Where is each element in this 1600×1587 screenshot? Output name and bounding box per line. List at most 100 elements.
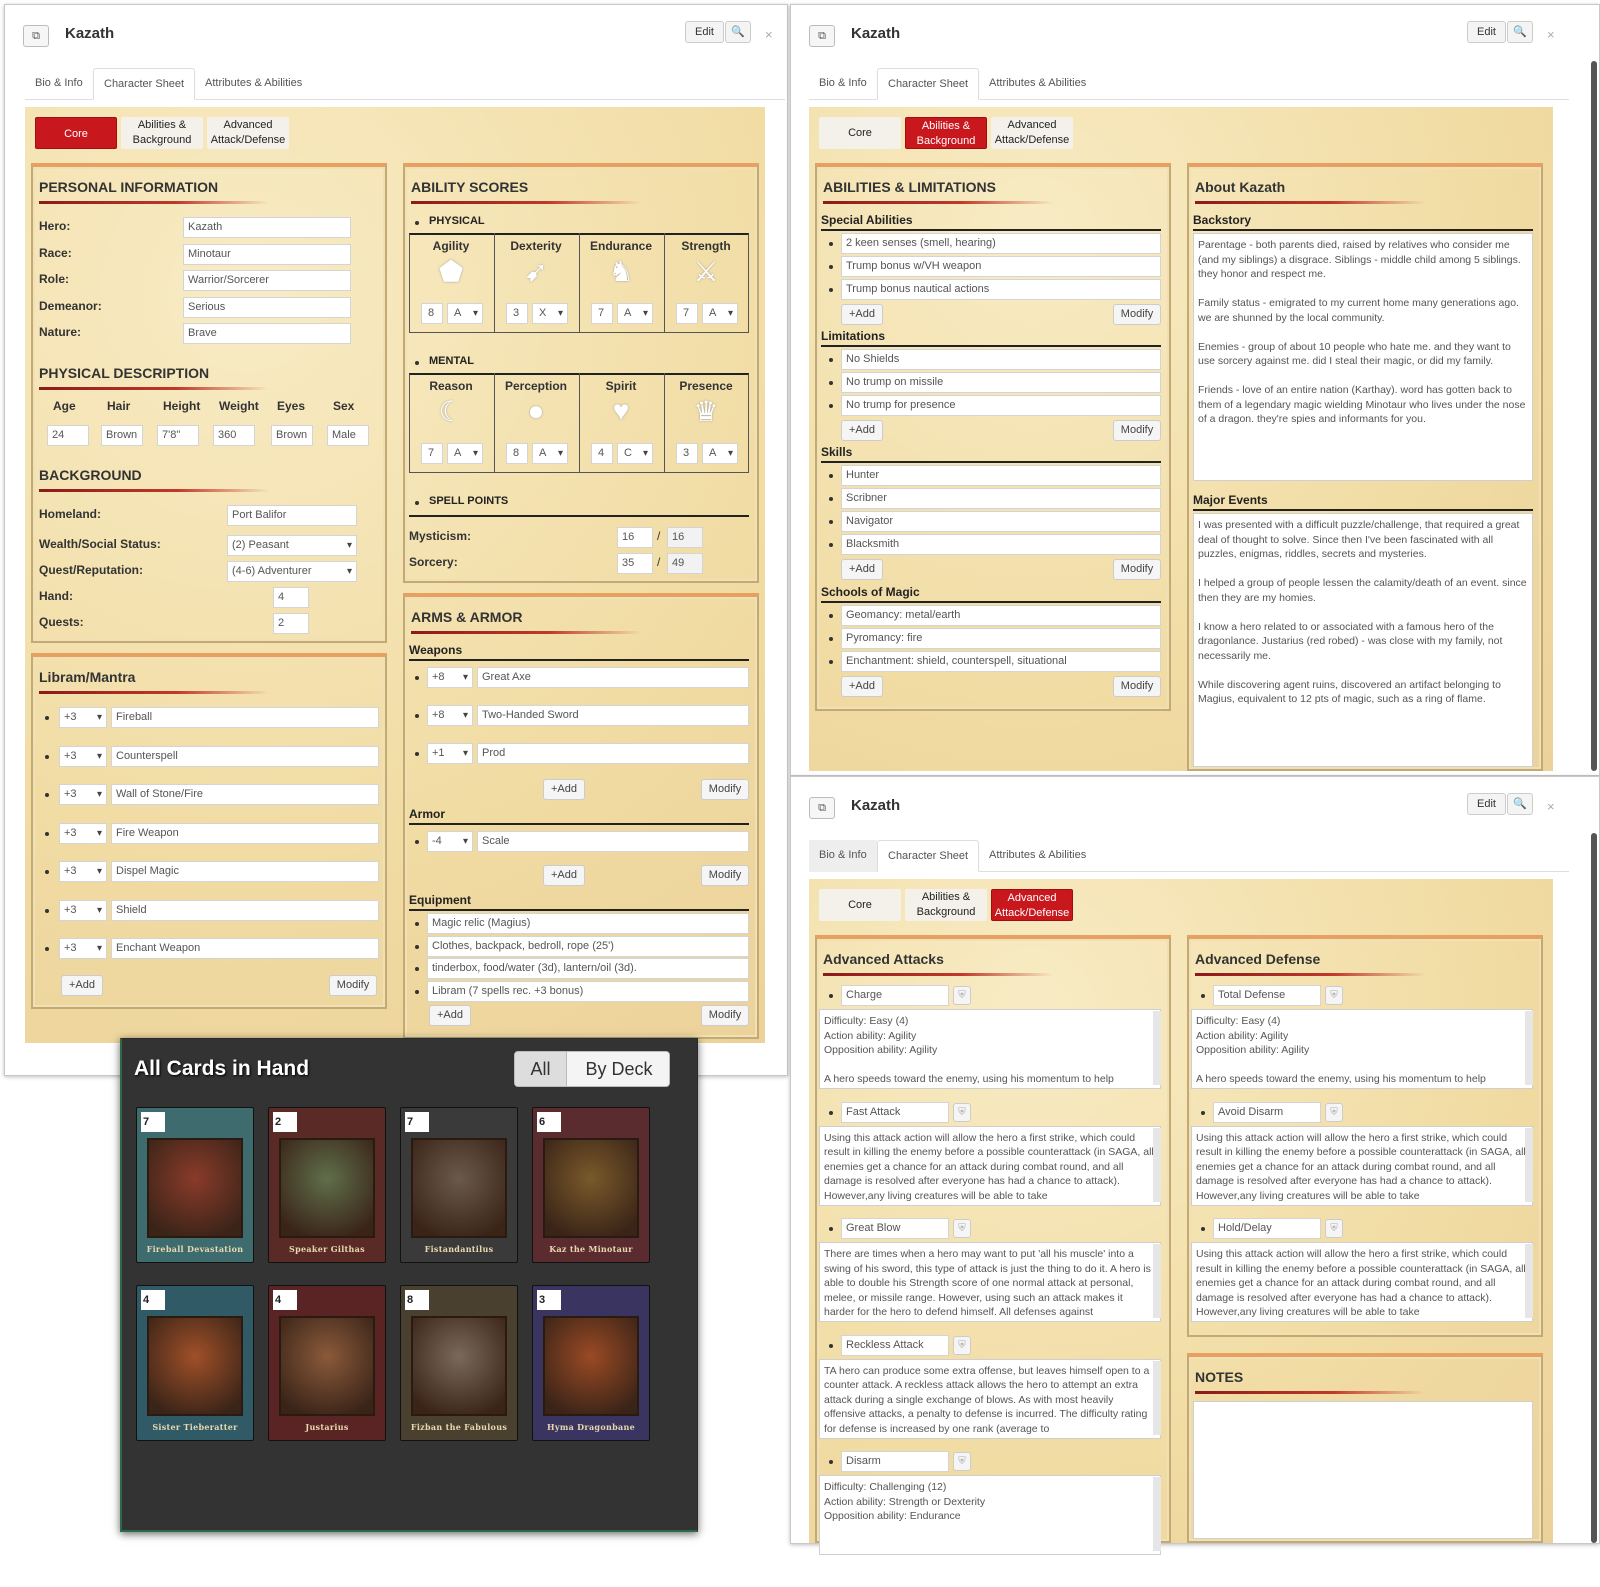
mysticism-max-field[interactable]: 16 (667, 527, 703, 548)
tab-character-sheet[interactable]: Character Sheet (93, 68, 196, 100)
card[interactable]: 2 Speaker Gilthas (268, 1107, 386, 1263)
spell-name[interactable]: Fireball (111, 707, 379, 728)
quest-select[interactable]: (4-6) Adventurer (227, 561, 357, 582)
ability-item[interactable]: Blacksmith (841, 534, 1161, 555)
popout-icon[interactable]: ⧉ (809, 797, 835, 819)
stat-code[interactable]: C (617, 443, 653, 464)
maneuver-name[interactable]: Great Blow (841, 1218, 949, 1239)
maneuver-name[interactable]: Fast Attack (841, 1101, 949, 1123)
stat-score[interactable]: 7 (676, 303, 698, 324)
modify-button[interactable]: Modify (1113, 420, 1161, 441)
weapon-mod[interactable]: +8 (427, 667, 473, 688)
homeland-field[interactable]: Port Balifor (227, 505, 357, 526)
mod-select[interactable]: +3 (59, 784, 107, 805)
stat-score[interactable]: 3 (676, 443, 698, 464)
spell-name[interactable]: Enchant Weapon (111, 938, 379, 959)
physical-field[interactable]: Brown (101, 425, 143, 446)
close-icon[interactable]: × (1547, 27, 1555, 42)
edit-button[interactable]: Edit (1467, 793, 1506, 815)
physical-field[interactable]: Male (327, 425, 369, 446)
ability-item[interactable]: No Shields (841, 349, 1161, 370)
mysticism-field[interactable]: 16 (617, 527, 653, 548)
modify-button[interactable]: Modify (329, 975, 377, 996)
weapon-mod[interactable]: +8 (427, 705, 473, 726)
field-input[interactable]: Serious (183, 296, 351, 318)
field-input[interactable]: Warrior/Sorcerer (183, 270, 351, 291)
add-equipment-button[interactable]: +Add (429, 1005, 471, 1026)
edit-button[interactable]: Edit (685, 21, 724, 43)
maneuver-name[interactable]: Charge (841, 985, 949, 1006)
modify-armor-button[interactable]: Modify (701, 865, 749, 886)
subtab-abilities-background[interactable]: Abilities & Background (905, 117, 987, 149)
hand-field[interactable]: 4 (273, 587, 309, 608)
tab-attributes-abilities[interactable]: Attributes & Abilities (195, 68, 312, 100)
modify-button[interactable]: Modify (1113, 676, 1161, 697)
weapon-mod[interactable]: +1 (427, 743, 473, 764)
tab-attributes-abilities[interactable]: Attributes & Abilities (979, 68, 1096, 100)
armor-mod[interactable]: -4 (427, 831, 473, 852)
physical-field[interactable]: 360 (213, 425, 255, 446)
weapon-name[interactable]: Great Axe (477, 667, 749, 688)
search-icon[interactable]: 🔍 (725, 21, 751, 43)
add-button[interactable]: +Add (841, 420, 883, 441)
stat-score[interactable]: 7 (421, 443, 443, 464)
field-input[interactable]: Kazath (183, 217, 351, 238)
stat-code[interactable]: A (617, 303, 653, 324)
mod-select[interactable]: +3 (59, 822, 107, 844)
mod-select[interactable]: +3 (59, 745, 107, 767)
quests-field[interactable]: 2 (273, 613, 309, 634)
ability-item[interactable]: Hunter (841, 465, 1161, 486)
subtab-advanced-attack-defense[interactable]: Advanced Attack/Defense (991, 117, 1073, 149)
card[interactable]: 6 Kaz the Minotaur (532, 1107, 650, 1263)
maneuver-description[interactable]: Using this attack action will allow the … (1191, 1125, 1533, 1206)
field-input[interactable]: Minotaur (183, 243, 351, 265)
sorcery-field[interactable]: 35 (617, 553, 653, 574)
card[interactable]: 4 Justarius (268, 1285, 386, 1441)
shield-icon[interactable]: ⛨ (953, 1102, 971, 1122)
scrollbar[interactable] (1591, 61, 1597, 771)
modify-equipment-button[interactable]: Modify (701, 1005, 749, 1026)
spell-name[interactable]: Shield (111, 899, 379, 921)
shield-icon[interactable]: ⛨ (1325, 1219, 1343, 1238)
add-button[interactable]: +Add (841, 304, 883, 325)
stat-score[interactable]: 4 (591, 443, 613, 464)
backstory-textarea[interactable]: Parentage - both parents died, raised by… (1193, 233, 1533, 481)
tab-character-sheet[interactable]: Character Sheet (877, 840, 980, 872)
toggle-all[interactable]: All (515, 1052, 567, 1086)
scrollbar[interactable] (1525, 1244, 1533, 1318)
stat-score[interactable]: 7 (591, 303, 613, 324)
maneuver-description[interactable]: Difficulty: Challenging (12) Action abil… (819, 1475, 1161, 1555)
physical-field[interactable]: Brown (271, 425, 313, 446)
spell-name[interactable]: Wall of Stone/Fire (111, 784, 379, 805)
physical-field[interactable]: 24 (47, 425, 89, 446)
weapon-name[interactable]: Prod (477, 743, 749, 764)
search-icon[interactable]: 🔍 (1507, 793, 1533, 815)
shield-icon[interactable]: ⛨ (953, 986, 971, 1005)
add-weapon-button[interactable]: +Add (543, 779, 585, 800)
wealth-select[interactable]: (2) Peasant (227, 535, 357, 556)
notes-textarea[interactable] (1193, 1401, 1533, 1539)
add-button[interactable]: +Add (61, 975, 103, 996)
scrollbar[interactable] (1153, 1127, 1161, 1202)
shield-icon[interactable]: ⛨ (953, 1335, 971, 1355)
scrollbar[interactable] (1153, 1011, 1161, 1085)
subtab-abilities-background[interactable]: Abilities & Background (121, 117, 203, 149)
subtab-core[interactable]: Core (819, 117, 901, 149)
ability-item[interactable]: No trump for presence (841, 395, 1161, 416)
scrollbar[interactable] (1525, 1127, 1533, 1202)
weapon-name[interactable]: Two-Handed Sword (477, 705, 749, 726)
card[interactable]: 7 Fistandantilus (400, 1107, 518, 1263)
card[interactable]: 8 Fizban the Fabulous (400, 1285, 518, 1441)
stat-code[interactable]: A (532, 443, 568, 464)
toggle-by-deck[interactable]: By Deck (567, 1052, 669, 1086)
scrollbar[interactable] (1153, 1477, 1161, 1551)
physical-field[interactable]: 7'8" (157, 425, 199, 446)
maneuver-description[interactable]: TA hero can produce some extra offense, … (819, 1358, 1161, 1439)
edit-button[interactable]: Edit (1467, 21, 1506, 43)
mod-select[interactable]: +3 (59, 899, 107, 921)
subtab-advanced-attack-defense[interactable]: Advanced Attack/Defense (207, 117, 289, 149)
spell-name[interactable]: Dispel Magic (111, 861, 379, 882)
maneuver-name[interactable]: Disarm (841, 1451, 949, 1472)
field-input[interactable]: Brave (183, 323, 351, 344)
ability-item[interactable]: Enchantment: shield, counterspell, situa… (841, 651, 1161, 672)
